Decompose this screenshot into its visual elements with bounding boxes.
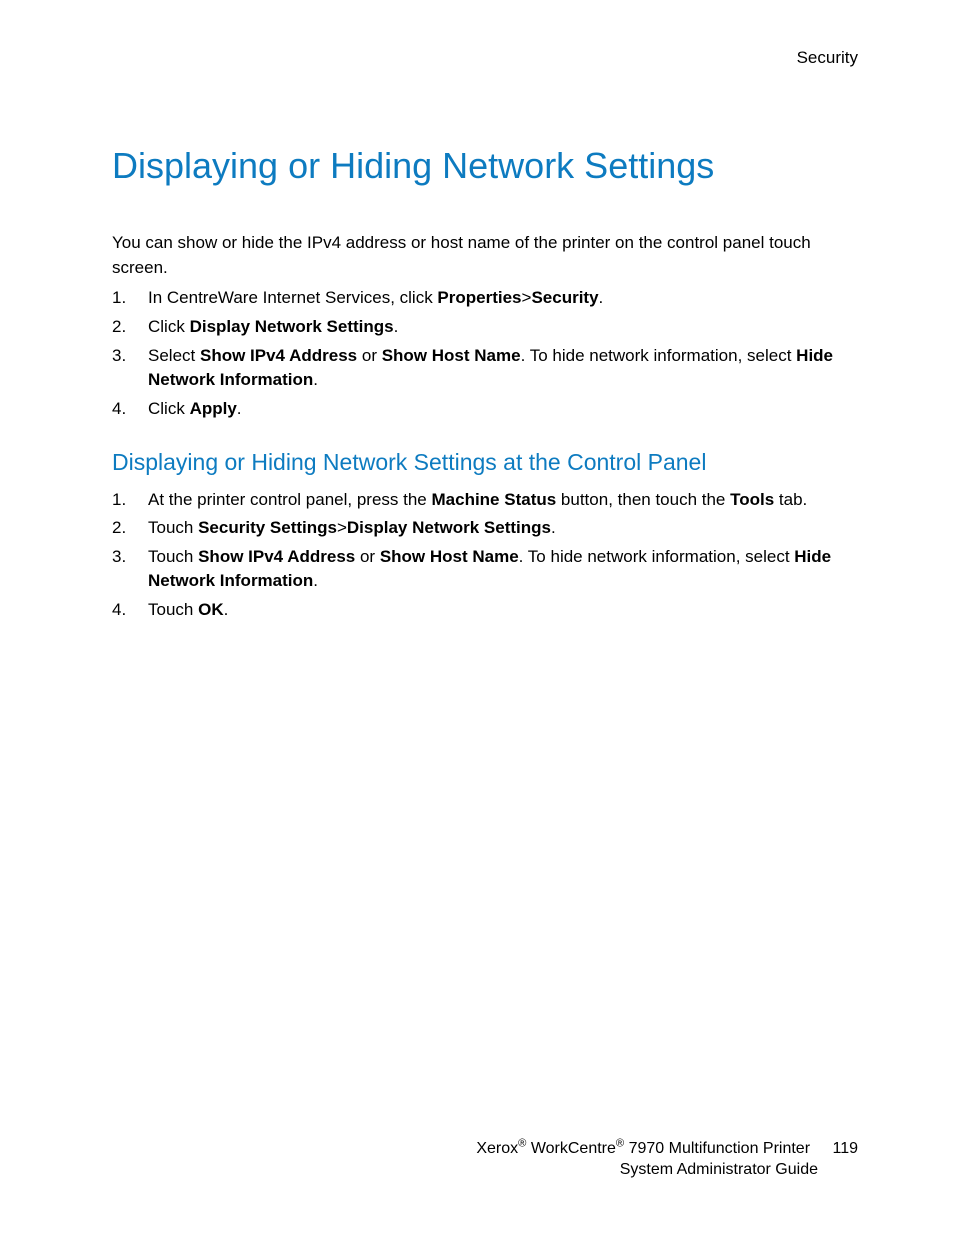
step-text: . [224, 600, 229, 619]
step-item: At the printer control panel, press the … [112, 488, 858, 513]
ui-term: Tools [730, 490, 774, 509]
registered-mark-icon: ® [616, 1137, 624, 1149]
step-text: Touch [148, 600, 198, 619]
ui-term: Security [531, 288, 598, 307]
step-text: tab. [774, 490, 807, 509]
ui-term: Machine Status [432, 490, 557, 509]
ui-term: Display Network Settings [347, 518, 551, 537]
step-text: At the printer control panel, press the [148, 490, 432, 509]
step-text: . [313, 571, 318, 590]
header-section-label: Security [797, 48, 858, 68]
step-text: or [357, 346, 382, 365]
step-text: Touch [148, 547, 198, 566]
step-item: Touch Show IPv4 Address or Show Host Nam… [112, 545, 858, 594]
footer-model: 7970 Multifunction Printer [624, 1140, 810, 1157]
step-text: . To hide network information, select [521, 346, 797, 365]
ui-term: Show Host Name [382, 346, 521, 365]
step-text: . [313, 370, 318, 389]
step-text: . [394, 317, 399, 336]
page-footer: Xerox® WorkCentre® 7970 Multifunction Pr… [476, 1138, 858, 1181]
ui-term: Apply [190, 399, 237, 418]
footer-brand: WorkCentre [526, 1140, 616, 1157]
step-text: Select [148, 346, 200, 365]
step-text: > [522, 288, 532, 307]
footer-brand: Xerox [476, 1140, 518, 1157]
step-text: button, then touch the [556, 490, 730, 509]
ui-term: OK [198, 600, 224, 619]
step-text: Click [148, 399, 190, 418]
procedure-list-2: At the printer control panel, press the … [112, 488, 858, 623]
step-item: Touch Security Settings>Display Network … [112, 516, 858, 541]
step-item: Click Display Network Settings. [112, 315, 858, 340]
step-text: . [599, 288, 604, 307]
ui-term: Show Host Name [380, 547, 519, 566]
page-title: Displaying or Hiding Network Settings [112, 144, 858, 187]
footer-guide-line: System Administrator Guide [476, 1159, 858, 1181]
step-text: . [237, 399, 242, 418]
intro-paragraph: You can show or hide the IPv4 address or… [112, 231, 858, 280]
step-item: Touch OK. [112, 598, 858, 623]
ui-term: Show IPv4 Address [198, 547, 355, 566]
ui-term: Security Settings [198, 518, 337, 537]
ui-term: Display Network Settings [190, 317, 394, 336]
step-text: Touch [148, 518, 198, 537]
ui-term: Show IPv4 Address [200, 346, 357, 365]
procedure-list-1: In CentreWare Internet Services, click P… [112, 286, 858, 421]
step-text: Click [148, 317, 190, 336]
step-item: In CentreWare Internet Services, click P… [112, 286, 858, 311]
footer-product-line: Xerox® WorkCentre® 7970 Multifunction Pr… [476, 1138, 810, 1160]
step-text: or [355, 547, 380, 566]
step-text: In CentreWare Internet Services, click [148, 288, 437, 307]
page-number: 119 [832, 1138, 858, 1160]
document-page: Security Displaying or Hiding Network Se… [0, 0, 954, 1235]
step-text: . To hide network information, select [519, 547, 795, 566]
step-text: > [337, 518, 347, 537]
step-item: Select Show IPv4 Address or Show Host Na… [112, 344, 858, 393]
ui-term: Properties [437, 288, 521, 307]
section-subheading: Displaying or Hiding Network Settings at… [112, 448, 858, 478]
step-item: Click Apply. [112, 397, 858, 422]
step-text: . [551, 518, 556, 537]
